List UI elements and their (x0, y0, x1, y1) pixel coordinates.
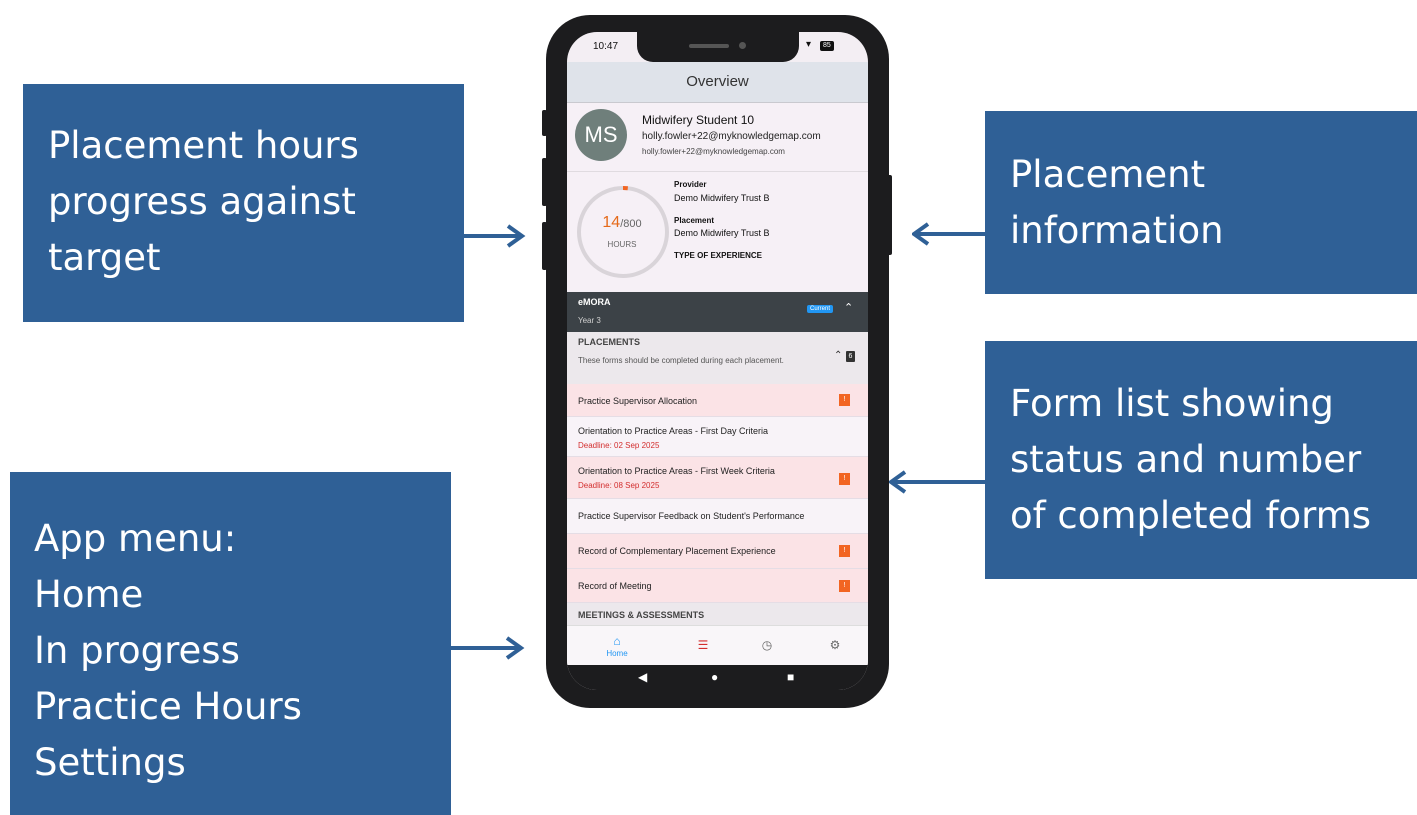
nav-settings[interactable]: ⚙ (805, 626, 865, 666)
form-title: Practice Supervisor Feedback on Student'… (578, 511, 805, 521)
provider-value: Demo Midwifery Trust B (674, 193, 770, 203)
callout-line: Settings (34, 741, 186, 784)
course-name: eMORA (578, 297, 611, 307)
profile-card: MS Midwifery Student 10 holly.fowler+22@… (567, 103, 868, 172)
callout-line: Form list showing (1010, 382, 1334, 425)
placement-label: Placement (674, 216, 715, 225)
placements-section-header[interactable]: PLACEMENTS These forms should be complet… (567, 332, 868, 384)
alert-flag-icon: ! (839, 394, 850, 406)
arrow-left-icon (912, 222, 988, 246)
nav-in-progress[interactable]: ☰ (673, 626, 733, 666)
course-year: Year 3 (578, 316, 601, 325)
arrow-left-icon (889, 470, 988, 494)
recents-icon[interactable]: ■ (787, 670, 794, 684)
callout-line: Placement hours (48, 124, 359, 167)
battery-icon: 85 (820, 41, 834, 51)
callout-line: App menu: (34, 517, 237, 560)
form-row[interactable]: Record of Meeting ! (567, 569, 868, 603)
callout-line: progress against (48, 180, 356, 223)
form-row[interactable]: Orientation to Practice Areas - First We… (567, 457, 868, 499)
chevron-up-icon[interactable]: ⌃ (844, 301, 853, 314)
back-icon[interactable]: ◀ (638, 670, 647, 684)
status-badge: Current (807, 305, 834, 313)
form-title: Record of Complementary Placement Experi… (578, 546, 776, 556)
form-count-badge: 6 (846, 351, 855, 362)
callout-line: Placement (1010, 153, 1206, 196)
section-description: These forms should be completed during e… (578, 356, 784, 365)
profile-email: holly.fowler+22@myknowledgemap.com (642, 131, 821, 142)
chevron-up-icon[interactable]: ⌃ (834, 350, 842, 361)
nav-home[interactable]: ⌂ Home (587, 626, 647, 666)
phone-notch (637, 32, 799, 62)
phone-screen: 10:47 ▾ 85 Overview MS Midwifery Student… (567, 32, 868, 690)
callout-line: In progress (34, 629, 240, 672)
callout-line: information (1010, 209, 1224, 252)
experience-label: TYPE OF EXPERIENCE (674, 251, 763, 260)
placement-value: Demo Midwifery Trust B (674, 228, 770, 238)
callout-line: of completed forms (1010, 494, 1372, 537)
in-progress-icon: ☰ (697, 638, 709, 652)
profile-email-secondary: holly.fowler+22@myknowledgemap.com (642, 147, 785, 156)
form-title: Orientation to Practice Areas - First We… (578, 466, 775, 476)
callout-line: target (48, 236, 161, 279)
profile-name: Midwifery Student 10 (642, 113, 755, 127)
phone-side-button (542, 110, 547, 136)
status-time: 10:47 (593, 41, 619, 52)
clock-icon: ◷ (761, 638, 773, 652)
form-row[interactable]: Practice Supervisor Allocation ! (567, 384, 868, 417)
callout-placement-information: Placement information (985, 111, 1417, 294)
alert-flag-icon: ! (839, 473, 850, 485)
arrow-right-icon (462, 224, 526, 248)
avatar: MS (575, 109, 627, 161)
phone-power-button (887, 175, 892, 255)
phone-side-button (542, 222, 547, 270)
form-row[interactable]: Orientation to Practice Areas - First Da… (567, 417, 868, 457)
form-row[interactable]: Record of Complementary Placement Experi… (567, 534, 868, 569)
hours-completed: 14 (602, 214, 621, 231)
page-title: Overview (567, 62, 868, 103)
alert-flag-icon: ! (839, 580, 850, 592)
hours-progress-ring (577, 186, 669, 278)
callout-app-menu: App menu: Home In progress Practice Hour… (10, 472, 451, 815)
callout-form-list: Form list showing status and number of c… (985, 341, 1417, 579)
provider-label: Provider (674, 180, 707, 189)
form-title: Record of Meeting (578, 581, 652, 591)
section-title: MEETINGS & ASSESSMENTS (578, 610, 705, 620)
form-title: Practice Supervisor Allocation (578, 396, 698, 406)
form-title: Orientation to Practice Areas - First Da… (578, 426, 769, 436)
callout-placement-hours: Placement hours progress against target (23, 84, 464, 322)
hours-block: 14/800 HOURS Provider Demo Midwifery Tru… (567, 172, 868, 292)
hours-value: 14/800 (567, 214, 677, 232)
gear-icon: ⚙ (829, 638, 841, 652)
callout-line: Practice Hours (34, 685, 302, 728)
form-deadline: Deadline: 02 Sep 2025 (578, 441, 660, 450)
phone-side-button (542, 158, 547, 206)
bottom-nav: ⌂ Home ☰ ◷ ⚙ (567, 625, 868, 666)
meetings-section-header[interactable]: MEETINGS & ASSESSMENTS (567, 603, 868, 625)
form-row[interactable]: Practice Supervisor Feedback on Student'… (567, 499, 868, 534)
speaker-icon (689, 44, 729, 48)
hours-target: /800 (620, 218, 642, 230)
section-title: PLACEMENTS (578, 337, 641, 347)
home-circle-icon[interactable]: ● (711, 670, 718, 684)
callout-line: Home (34, 573, 144, 616)
arrow-right-icon (449, 636, 525, 660)
callout-line: status and number (1010, 438, 1362, 481)
alert-flag-icon: ! (839, 545, 850, 557)
course-header[interactable]: eMORA Year 3 Current ⌃ (567, 292, 868, 332)
camera-icon (739, 42, 746, 49)
wifi-icon: ▾ (806, 39, 812, 50)
home-icon: ⌂ (613, 634, 621, 648)
nav-home-label: Home (606, 649, 628, 658)
nav-practice-hours[interactable]: ◷ (737, 626, 797, 666)
system-nav-bar: ◀ ● ■ (567, 665, 868, 690)
form-deadline: Deadline: 08 Sep 2025 (578, 481, 660, 490)
hours-label: HOURS (607, 240, 637, 249)
